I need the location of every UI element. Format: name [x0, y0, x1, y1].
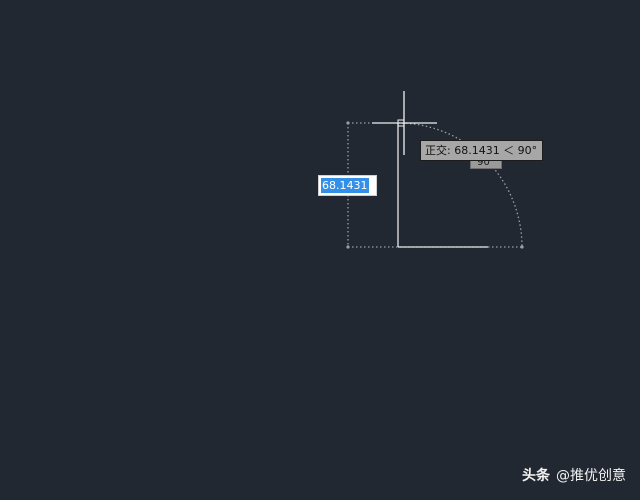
- watermark-handle: @推优创意: [556, 468, 626, 484]
- guide-endpoint-top-left: [346, 121, 350, 125]
- length-input-selected-text: 68.1431: [321, 178, 369, 193]
- dynamic-length-input[interactable]: 68.1431: [318, 175, 377, 196]
- watermark: 头条 @推优创意: [522, 466, 626, 486]
- watermark-brand: 头条: [522, 468, 550, 484]
- guide-endpoint-bottom-left: [346, 245, 350, 249]
- drawing-svg: [346, 91, 524, 249]
- drawing-canvas[interactable]: 90° 68.1431 正交: 68.1431 ＜ 90°: [0, 0, 640, 500]
- guide-endpoint-bottom-right: [520, 245, 524, 249]
- ortho-tooltip: 正交: 68.1431 ＜ 90°: [420, 140, 544, 161]
